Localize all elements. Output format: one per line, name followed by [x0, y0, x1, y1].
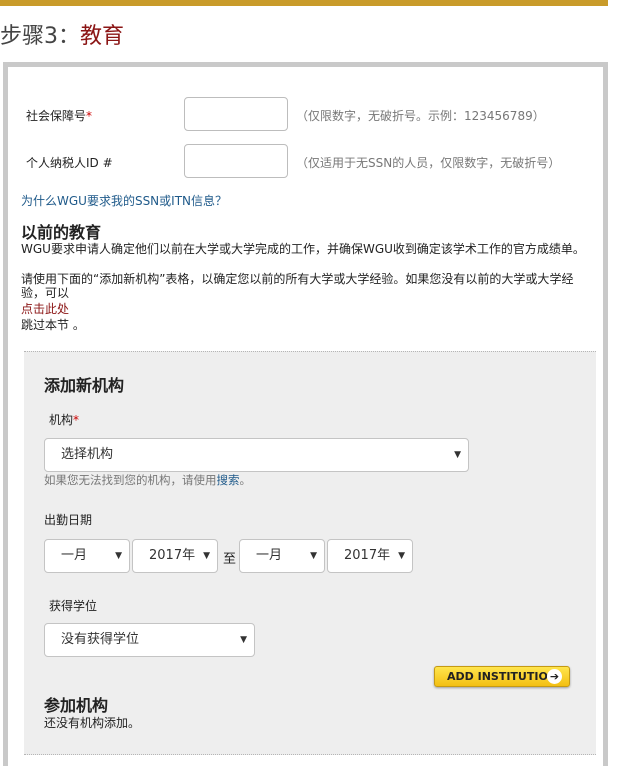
- from-month-select[interactable]: 一月 ▼: [44, 539, 130, 573]
- cannot-find-hint: 如果您无法找到您的机构，请使用搜索。: [44, 473, 251, 487]
- previous-education-intro: WGU要求申请人确定他们以前在大学或大学完成的工作，并确保WGU收到确定该学术工…: [21, 242, 585, 256]
- ssn-input[interactable]: [184, 97, 288, 131]
- attendance-dates-label: 出勤日期: [44, 513, 93, 527]
- add-institution-button[interactable]: ADD INSTITUTION ➔: [434, 666, 570, 687]
- required-mark: *: [86, 109, 93, 123]
- chevron-down-icon: ▼: [398, 551, 405, 561]
- itin-hint: （仅适用于无SSN的人员，仅限数字，无破折号）: [296, 156, 561, 170]
- step-name: 教育: [80, 24, 125, 49]
- degree-select[interactable]: 没有获得学位 ▼: [44, 623, 255, 657]
- institution-select[interactable]: 选择机构 ▼: [44, 438, 469, 472]
- previous-education-heading: 以前的教育: [21, 223, 102, 242]
- arrow-right-icon: ➔: [547, 669, 562, 684]
- to-label: 至: [223, 552, 237, 567]
- from-year-select[interactable]: 2017年 ▼: [132, 539, 218, 573]
- add-institution-heading: 添加新机构: [44, 376, 125, 395]
- click-here-link[interactable]: 点击此处: [21, 300, 69, 317]
- add-institution-box: 添加新机构 机构* 选择机构 ▼ 如果您无法找到您的机构，请使用搜索。 出勤日期…: [24, 351, 596, 755]
- chevron-down-icon: ▼: [454, 450, 461, 460]
- institution-label: 机构*: [49, 413, 80, 427]
- chevron-down-icon: ▼: [115, 551, 122, 561]
- to-year-select[interactable]: 2017年 ▼: [327, 539, 413, 573]
- step-prefix: 步骤3：: [0, 24, 80, 49]
- chevron-down-icon: ▼: [310, 551, 317, 561]
- to-month-select[interactable]: 一月 ▼: [239, 539, 325, 573]
- ssn-label: 社会保障号*: [26, 109, 93, 123]
- search-link[interactable]: 搜索: [217, 473, 240, 487]
- why-ssn-link[interactable]: 为什么WGU要求我的SSN或ITN信息？: [21, 192, 227, 209]
- itin-label: 个人纳税人ID #: [26, 156, 113, 170]
- itin-input[interactable]: [184, 144, 288, 178]
- previous-education-instruction: 请使用下面的“添加新机构”表格，以确定您以前的所有大学或大学经验。如果您没有以前…: [21, 272, 574, 300]
- top-accent-bar: [0, 0, 608, 6]
- chevron-down-icon: ▼: [203, 551, 210, 561]
- education-form-panel: 社会保障号* （仅限数字，无破折号。示例：123456789） 个人纳税人ID …: [3, 62, 608, 766]
- degree-label: 获得学位: [49, 599, 98, 613]
- no-institutions-text: 还没有机构添加。: [44, 716, 141, 730]
- page-title: 步骤3：教育: [0, 18, 124, 50]
- ssn-hint: （仅限数字，无破折号。示例：123456789）: [296, 109, 545, 123]
- skip-section-text: 跳过本节 。: [21, 318, 85, 332]
- chevron-down-icon: ▼: [240, 635, 247, 645]
- institution-selected-value: 选择机构: [61, 447, 114, 462]
- required-mark: *: [73, 413, 80, 427]
- attended-institutions-heading: 参加机构: [44, 696, 109, 715]
